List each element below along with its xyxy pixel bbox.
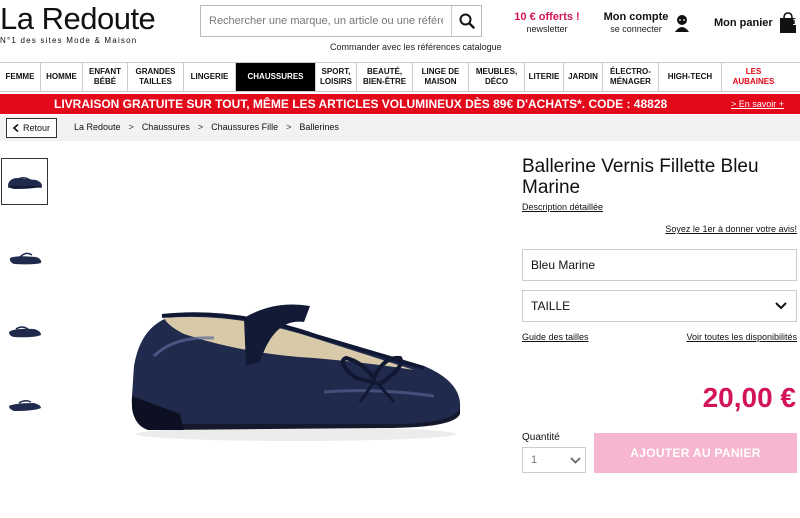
breadcrumb-separator: > [128, 122, 134, 132]
quantity-value: 1 [531, 454, 538, 466]
color-selector[interactable]: Bleu Marine [522, 249, 797, 281]
breadcrumb-item[interactable]: Chaussures Fille [211, 122, 278, 132]
search-button[interactable] [451, 6, 481, 36]
offer-title: 10 € offerts ! [514, 11, 580, 23]
availability-link[interactable]: Voir toutes les disponibilités [686, 332, 797, 342]
nav-item-meubles-deco[interactable]: MEUBLES, DÉCO [469, 63, 525, 91]
size-label: TAILLE [531, 299, 571, 313]
cart-label: Mon panier [714, 17, 773, 29]
breadcrumb-item[interactable]: Ballerines [299, 122, 339, 132]
logo-tagline: N°1 des sites Mode & Maison [0, 36, 138, 45]
catalog-order-link[interactable]: Commander avec les références catalogue [330, 42, 502, 52]
main-nav: FEMME HOMME ENFANT BÉBÉ GRANDES TAILLES … [0, 62, 800, 92]
newsletter-offer[interactable]: 10 € offerts ! newsletter [510, 11, 584, 35]
breadcrumb-separator: > [197, 122, 204, 132]
nav-item-jardin[interactable]: JARDIN [564, 63, 603, 91]
offer-subtitle: newsletter [526, 24, 568, 34]
account-subtitle: se connecter [610, 24, 662, 34]
nav-item-sport-loisirs[interactable]: SPORT, LOISIRS [316, 63, 357, 91]
logo[interactable]: La Redoute N°1 des sites Mode & Maison [0, 1, 180, 46]
search-input[interactable] [201, 6, 451, 36]
product-thumbnail[interactable] [1, 234, 48, 281]
color-value: Bleu Marine [531, 258, 596, 272]
nav-item-enfant-bebe[interactable]: ENFANT BÉBÉ [83, 63, 128, 91]
nav-item-linge-maison[interactable]: LINGE DE MAISON [413, 63, 469, 91]
product-thumbnail[interactable] [1, 158, 48, 205]
cart-link[interactable]: Mon panier 1 [714, 12, 799, 34]
quantity-label: Quantité [522, 432, 560, 443]
nav-item-high-tech[interactable]: HIGH-TECH [659, 63, 722, 91]
user-icon[interactable] [674, 14, 690, 37]
write-review-link[interactable]: Soyez le 1er à donner votre avis! [665, 224, 797, 234]
nav-item-grandes-tailles[interactable]: GRANDES TAILLES [128, 63, 184, 91]
cart-count-badge: 1 [792, 17, 798, 27]
promo-banner: LIVRAISON GRATUITE SUR TOUT, MÊME LES AR… [0, 94, 800, 114]
breadcrumb-item[interactable]: Chaussures [142, 122, 190, 132]
promo-more-link[interactable]: > En savoir + [731, 99, 784, 109]
breadcrumb: La Redoute > Chaussures > Chaussures Fil… [74, 122, 339, 132]
chevron-down-icon [570, 455, 581, 467]
quantity-select[interactable]: 1 [522, 447, 586, 473]
breadcrumb-separator: > [286, 122, 292, 132]
promo-text: LIVRAISON GRATUITE SUR TOUT, MÊME LES AR… [54, 97, 668, 111]
size-guide-link[interactable]: Guide des tailles [522, 332, 589, 342]
search-icon [459, 13, 475, 29]
back-button[interactable]: Retour [6, 118, 58, 138]
chevron-left-icon [13, 124, 19, 132]
search-bar [200, 5, 482, 37]
nav-item-literie[interactable]: LITERIE [525, 63, 564, 91]
breadcrumb-bar: Retour La Redoute > Chaussures > Chaussu… [0, 115, 800, 141]
product-thumbnail[interactable] [1, 307, 48, 354]
logo-text: La Redoute [0, 1, 156, 36]
size-select[interactable]: TAILLE [522, 290, 797, 322]
nav-item-aubaines[interactable]: LES AUBAINES [722, 63, 785, 91]
account-title: Mon compte [603, 11, 669, 23]
product-title: Ballerine Vernis Fillette Bleu Marine [522, 156, 759, 198]
shopping-bag-icon: 1 [777, 12, 799, 34]
product-main-image[interactable] [124, 296, 468, 446]
add-to-cart-button[interactable]: AJOUTER AU PANIER [594, 433, 797, 473]
product-price: 20,00 € [702, 382, 796, 413]
back-label: Retour [23, 123, 51, 133]
nav-item-chaussures[interactable]: CHAUSSURES [236, 63, 316, 91]
nav-item-homme[interactable]: HOMME [41, 63, 83, 91]
account-link[interactable]: Mon compte se connecter [598, 11, 674, 35]
nav-item-femme[interactable]: FEMME [0, 63, 41, 91]
breadcrumb-item[interactable]: La Redoute [74, 122, 121, 132]
description-link[interactable]: Description détaillée [522, 202, 603, 212]
nav-item-electromenager[interactable]: ÉLECTRO-MÉNAGER [603, 63, 659, 91]
chevron-down-icon [766, 291, 796, 321]
nav-item-lingerie[interactable]: LINGERIE [184, 63, 236, 91]
nav-item-beaute[interactable]: BEAUTÉ, BIEN-ÊTRE [357, 63, 413, 91]
product-thumbnail[interactable] [1, 381, 48, 428]
